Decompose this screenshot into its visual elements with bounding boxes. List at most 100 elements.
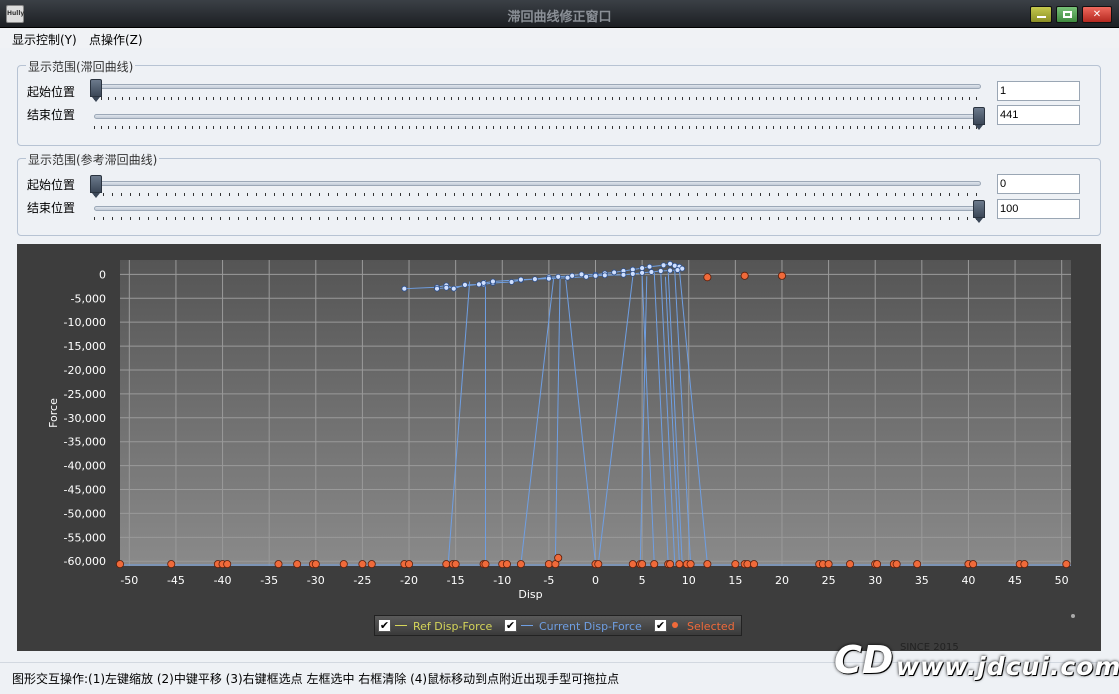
- ref-end-position-input[interactable]: [997, 199, 1080, 219]
- selected-point[interactable]: [481, 560, 490, 569]
- selected-point[interactable]: [675, 560, 684, 569]
- ref-start-slider-track[interactable]: [94, 181, 981, 186]
- selected-point[interactable]: [638, 560, 647, 569]
- selected-point[interactable]: [750, 560, 759, 569]
- current-point[interactable]: [555, 273, 562, 280]
- selected-point[interactable]: [628, 560, 637, 569]
- legend-ref-checkbox[interactable]: ✔: [378, 619, 391, 632]
- maximize-button[interactable]: [1056, 6, 1078, 23]
- ref-end-slider-track[interactable]: [94, 206, 981, 211]
- close-button[interactable]: ✕: [1082, 6, 1112, 23]
- end-position-input[interactable]: [997, 105, 1080, 125]
- selected-point[interactable]: [846, 560, 855, 569]
- selected-point[interactable]: [740, 271, 749, 280]
- selected-point[interactable]: [1062, 560, 1071, 569]
- current-point[interactable]: [660, 262, 667, 269]
- selected-point[interactable]: [293, 560, 302, 569]
- selected-point[interactable]: [650, 560, 659, 569]
- current-point[interactable]: [620, 271, 627, 278]
- current-point[interactable]: [518, 276, 524, 283]
- selected-point[interactable]: [666, 560, 675, 569]
- legend-selected-checkbox[interactable]: ✔: [654, 619, 667, 632]
- selected-point[interactable]: [824, 560, 833, 569]
- current-point[interactable]: [639, 270, 646, 276]
- current-point[interactable]: [545, 275, 552, 282]
- selected-point[interactable]: [686, 560, 695, 569]
- current-point[interactable]: [583, 273, 590, 280]
- current-point[interactable]: [611, 269, 618, 276]
- resize-grip[interactable]: [1071, 614, 1075, 618]
- current-point[interactable]: [480, 280, 487, 286]
- selected-point[interactable]: [167, 560, 176, 569]
- start-slider-handle[interactable]: [90, 79, 102, 102]
- current-point[interactable]: [401, 285, 408, 292]
- menu-point-operation[interactable]: 点操作(Z): [89, 31, 143, 48]
- current-point[interactable]: [462, 281, 468, 288]
- current-point[interactable]: [564, 274, 571, 281]
- selected-point[interactable]: [1020, 560, 1029, 569]
- end-slider-track[interactable]: [94, 114, 981, 119]
- current-point[interactable]: [674, 267, 681, 273]
- ref-start-position-input[interactable]: [997, 174, 1080, 194]
- current-point[interactable]: [667, 260, 673, 267]
- current-point[interactable]: [648, 269, 655, 275]
- current-point[interactable]: [657, 268, 664, 274]
- selected-point[interactable]: [544, 560, 553, 569]
- selected-point[interactable]: [311, 560, 320, 569]
- current-point[interactable]: [443, 284, 450, 291]
- current-point[interactable]: [639, 265, 646, 272]
- selected-point[interactable]: [274, 560, 283, 569]
- selected-point[interactable]: [116, 560, 125, 569]
- selected-point[interactable]: [743, 560, 752, 569]
- ref-end-slider-handle[interactable]: [973, 200, 985, 223]
- ref-start-slider-handle[interactable]: [90, 175, 102, 198]
- start-slider-track[interactable]: [94, 84, 981, 89]
- selected-point[interactable]: [703, 273, 712, 282]
- selected-point[interactable]: [442, 560, 451, 569]
- hysteresis-chart[interactable]: 0 -5,000 -10,000 -15,000 -20,000 -25,000 -30,0…: [17, 244, 1101, 651]
- selected-point[interactable]: [367, 560, 376, 569]
- selected-point[interactable]: [731, 560, 740, 569]
- selected-point[interactable]: [913, 560, 922, 569]
- selected-point[interactable]: [892, 560, 901, 569]
- selected-point[interactable]: [594, 560, 603, 569]
- current-point[interactable]: [667, 267, 673, 274]
- legend-current-checkbox[interactable]: ✔: [504, 619, 517, 632]
- current-point[interactable]: [434, 285, 440, 292]
- end-slider-handle[interactable]: [973, 107, 985, 130]
- selected-point[interactable]: [339, 560, 348, 569]
- start-slider-ticks: [94, 97, 981, 100]
- watermark-logo: CD: [834, 638, 894, 682]
- current-point[interactable]: [508, 279, 515, 285]
- group-title: 显示范围(参考滞回曲线): [26, 151, 160, 168]
- selected-point[interactable]: [358, 560, 367, 569]
- selected-point[interactable]: [502, 560, 511, 569]
- current-point[interactable]: [450, 285, 457, 292]
- menu-display-control[interactable]: 显示控制(Y): [12, 31, 77, 48]
- selected-point[interactable]: [223, 560, 232, 569]
- current-point[interactable]: [601, 272, 608, 279]
- y-tick-label: -20,000: [64, 364, 106, 377]
- chart-panel[interactable]: 0 -5,000 -10,000 -15,000 -20,000 -25,000 -30,0…: [17, 244, 1101, 651]
- selected-point[interactable]: [777, 271, 786, 280]
- current-point[interactable]: [476, 281, 482, 288]
- current-point[interactable]: [592, 272, 599, 279]
- selected-point[interactable]: [554, 553, 563, 562]
- current-point[interactable]: [531, 276, 538, 283]
- selected-point[interactable]: [703, 560, 712, 569]
- minimize-button[interactable]: [1030, 6, 1052, 23]
- selected-point[interactable]: [451, 560, 460, 569]
- selected-point[interactable]: [405, 560, 414, 569]
- selected-point[interactable]: [516, 560, 525, 569]
- current-point[interactable]: [569, 272, 576, 279]
- start-position-input[interactable]: [997, 81, 1080, 101]
- current-point[interactable]: [490, 278, 496, 285]
- end-position-label: 结束位置: [27, 108, 76, 122]
- selected-point[interactable]: [873, 560, 882, 569]
- current-point[interactable]: [629, 270, 636, 277]
- selected-point[interactable]: [969, 560, 978, 569]
- current-point[interactable]: [679, 265, 686, 272]
- current-point[interactable]: [578, 271, 585, 278]
- x-tick-label: -15: [447, 574, 465, 587]
- current-point[interactable]: [646, 263, 653, 270]
